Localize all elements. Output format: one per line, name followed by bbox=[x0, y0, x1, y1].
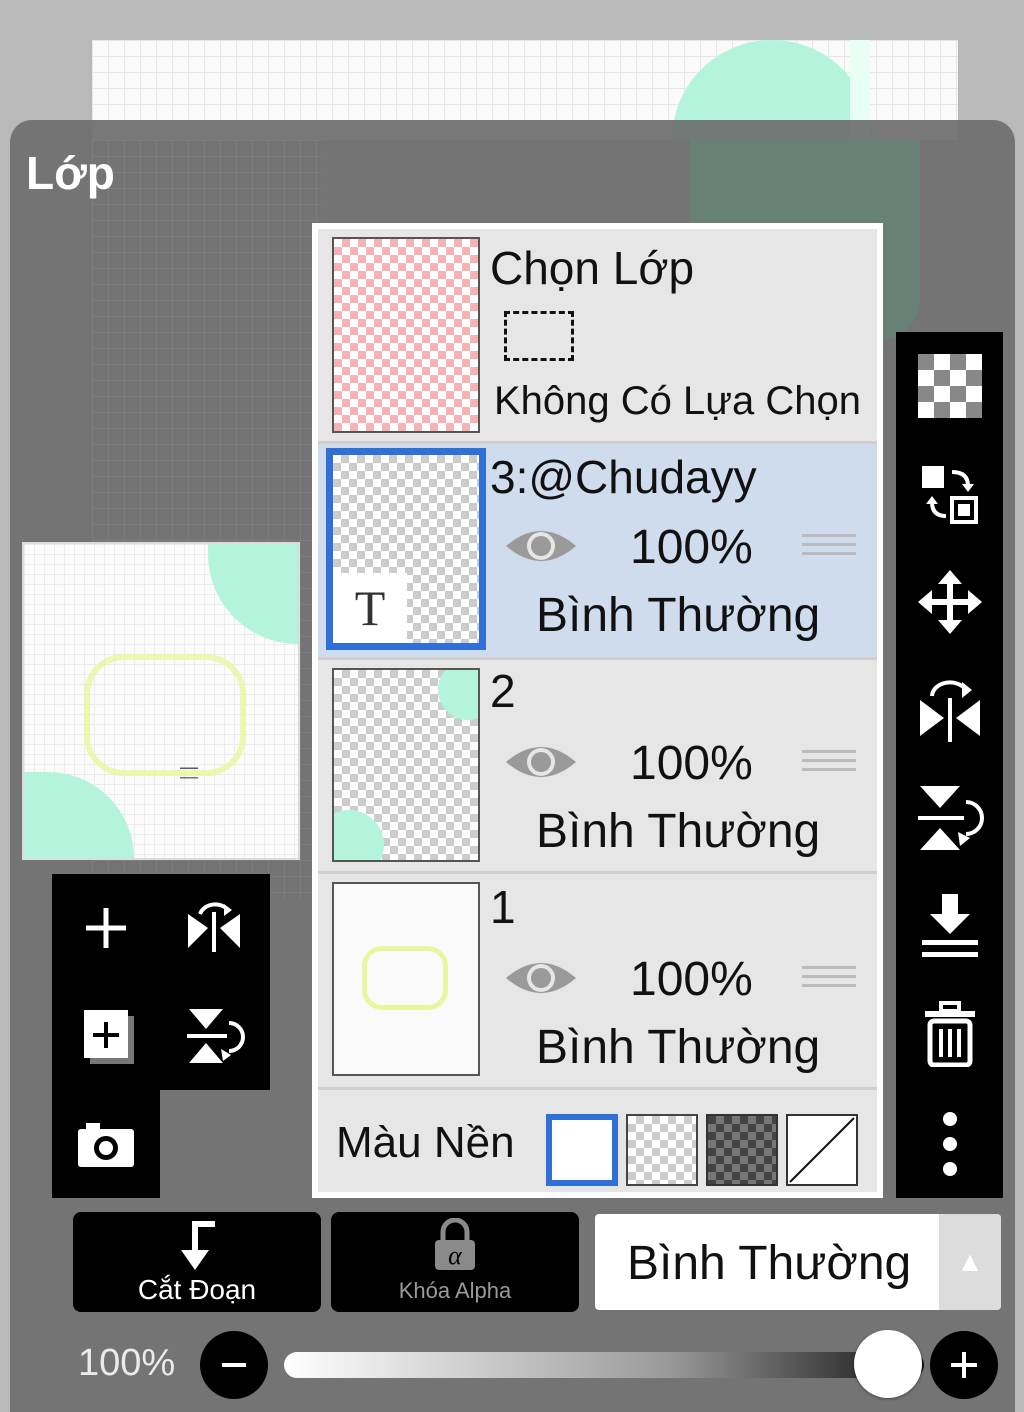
transparency-button[interactable] bbox=[896, 336, 1003, 436]
thumbnail-artwork bbox=[362, 946, 448, 1010]
drag-handle-icon[interactable] bbox=[802, 528, 856, 566]
flip-horizontal-icon bbox=[188, 902, 240, 952]
drag-handle-icon[interactable] bbox=[802, 744, 856, 782]
add-layer-icon bbox=[86, 908, 126, 948]
selection-status: Không Có Lựa Chọn bbox=[494, 379, 862, 423]
selection-layer-row[interactable]: Chọn Lớp Không Có Lựa Chọn bbox=[318, 229, 877, 441]
flip-horizontal-icon bbox=[919, 680, 980, 742]
layer-blend-mode: Bình Thường bbox=[536, 805, 821, 858]
background-checker-dark-option[interactable] bbox=[706, 1114, 778, 1186]
preview-shape bbox=[24, 772, 134, 858]
duplicate-layer-icon bbox=[84, 1010, 134, 1064]
layer-opacity: 100% bbox=[630, 953, 753, 1006]
background-color-row: Màu Nền bbox=[318, 1087, 877, 1195]
eye-icon[interactable] bbox=[504, 740, 578, 784]
move-icon bbox=[917, 570, 982, 634]
layer-opacity: 100% bbox=[630, 737, 753, 790]
eye-icon[interactable] bbox=[504, 956, 578, 1000]
opacity-slider-handle[interactable] bbox=[854, 1330, 922, 1398]
opacity-decrease-button[interactable] bbox=[200, 1331, 268, 1399]
layer-row[interactable]: 2 100% Bình Thường bbox=[318, 657, 877, 871]
layer-thumbnail bbox=[332, 882, 480, 1076]
alpha-lock-label: Khóa Alpha bbox=[398, 1278, 512, 1303]
swap-layers-button[interactable] bbox=[896, 444, 1003, 544]
layer-row[interactable]: T 3:@Chudayy 100% Bình Thường bbox=[318, 441, 877, 657]
background-checker-light-option[interactable] bbox=[626, 1114, 698, 1186]
selection-thumbnail bbox=[332, 237, 480, 433]
thumbnail-shape bbox=[334, 810, 384, 860]
plus-icon bbox=[951, 1352, 977, 1378]
add-layer-button[interactable] bbox=[52, 874, 160, 982]
flip-horizontal-button[interactable] bbox=[896, 660, 1003, 760]
flip-vertical-button[interactable] bbox=[160, 982, 268, 1090]
lock-icon: α bbox=[435, 1218, 475, 1270]
delete-icon bbox=[924, 1001, 975, 1067]
panel-title: Lớp bbox=[26, 147, 115, 199]
alpha-lock-button[interactable]: α Khóa Alpha bbox=[331, 1212, 579, 1312]
layer-blend-mode: Bình Thường bbox=[536, 1021, 821, 1074]
camera-icon bbox=[78, 1123, 134, 1167]
merge-down-button[interactable] bbox=[896, 876, 1003, 976]
flip-vertical-icon bbox=[917, 786, 984, 850]
marquee-icon bbox=[504, 311, 574, 361]
no-background-icon bbox=[789, 1117, 855, 1183]
text-layer-badge: T bbox=[333, 573, 407, 643]
layer-tools-left bbox=[52, 874, 270, 1090]
duplicate-layer-button[interactable] bbox=[52, 982, 160, 1090]
flip-horizontal-button[interactable] bbox=[160, 874, 268, 982]
clip-label: Cắt Đoạn bbox=[137, 1274, 257, 1305]
canvas-preview[interactable] bbox=[22, 542, 300, 860]
layer-name: 2 bbox=[490, 665, 516, 717]
flip-vertical-button[interactable] bbox=[896, 768, 1003, 868]
layers-list: Chọn Lớp Không Có Lựa Chọn T 3:@Chudayy … bbox=[312, 223, 883, 1198]
layer-name: 3:@Chudayy bbox=[490, 451, 757, 503]
layer-tools-left-lower bbox=[52, 1090, 160, 1198]
swap-layers-icon bbox=[921, 466, 978, 524]
dropdown-arrow-icon[interactable]: ▲ bbox=[939, 1214, 1001, 1310]
preview-shape bbox=[208, 544, 298, 644]
layer-blend-mode: Bình Thường bbox=[536, 589, 821, 642]
blend-mode-value: Bình Thường bbox=[627, 1237, 912, 1290]
opacity-slider[interactable] bbox=[284, 1352, 924, 1378]
blend-mode-select[interactable]: Bình Thường ▲ bbox=[595, 1214, 1001, 1310]
delete-layer-button[interactable] bbox=[896, 984, 1003, 1084]
transparency-icon bbox=[917, 354, 982, 418]
preview-artwork bbox=[84, 654, 246, 776]
layer-thumbnail bbox=[332, 668, 480, 862]
merge-down-icon bbox=[921, 894, 978, 957]
preview-text bbox=[180, 767, 198, 779]
background-none-option[interactable] bbox=[786, 1114, 858, 1186]
eye-icon[interactable] bbox=[504, 524, 578, 568]
more-options-button[interactable] bbox=[896, 1094, 1003, 1194]
opacity-increase-button[interactable] bbox=[930, 1331, 998, 1399]
move-button[interactable] bbox=[896, 552, 1003, 652]
clip-arrow-icon bbox=[181, 1221, 215, 1270]
svg-text:α: α bbox=[448, 1241, 463, 1270]
clip-button[interactable]: Cắt Đoạn bbox=[73, 1212, 321, 1312]
layer-opacity: 100% bbox=[630, 521, 753, 574]
camera-button[interactable] bbox=[52, 1090, 160, 1198]
more-icon bbox=[942, 1112, 957, 1176]
thumbnail-shape bbox=[438, 670, 478, 720]
selection-title: Chọn Lớp bbox=[490, 242, 695, 294]
drag-handle-icon[interactable] bbox=[802, 960, 856, 998]
opacity-value: 100% bbox=[78, 1342, 176, 1384]
layer-tools-right bbox=[896, 332, 1003, 1198]
background-white-option[interactable] bbox=[546, 1114, 618, 1186]
flip-vertical-icon bbox=[187, 1009, 245, 1063]
layer-row[interactable]: 1 100% Bình Thường bbox=[318, 871, 877, 1087]
minus-icon bbox=[222, 1363, 246, 1367]
background-label: Màu Nền bbox=[336, 1118, 515, 1167]
layer-name: 1 bbox=[490, 881, 516, 933]
layer-thumbnail: T bbox=[326, 448, 486, 650]
